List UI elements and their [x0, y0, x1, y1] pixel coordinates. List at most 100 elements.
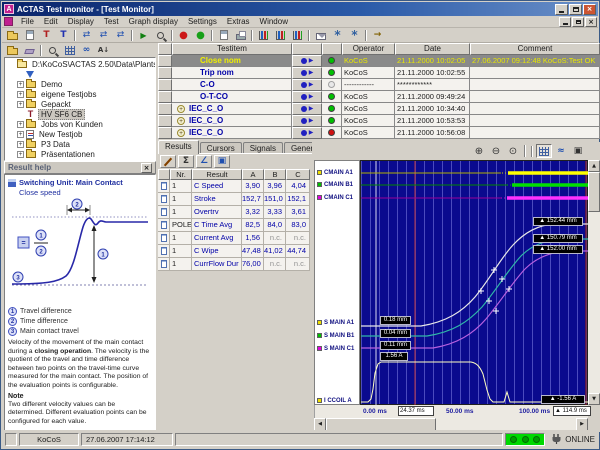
result-row-currflow-dur[interactable]: 1CurrFlow Dur76,00n.c.n.c. — [158, 258, 310, 271]
graph-vertical-scrollbar[interactable]: ▲ ▼ — [588, 160, 600, 405]
menu-item-settings[interactable]: Settings — [183, 17, 222, 26]
results-header-nr[interactable]: Nr. — [170, 169, 192, 180]
options-button[interactable] — [346, 29, 363, 42]
result-row-c-speed[interactable]: 1C Speed3,903,964,04 — [158, 180, 310, 193]
tree-item-new-testjob[interactable]: +New Testjob — [5, 129, 155, 139]
row-header-cell[interactable] — [158, 115, 172, 127]
expand-icon[interactable]: + — [17, 151, 24, 158]
row-header-cell[interactable] — [158, 67, 172, 79]
legend-item-s-main-c1[interactable]: S MAIN C1 — [317, 344, 354, 353]
menu-item-test[interactable]: Test — [99, 17, 124, 26]
results-header-c[interactable]: C — [286, 169, 310, 180]
menu-item-file[interactable]: File — [16, 17, 39, 26]
result-row-current-avg[interactable]: 1Current Avg1,56n.c.n.c. — [158, 232, 310, 245]
column-header-date[interactable]: Date — [395, 43, 470, 55]
settings-button[interactable] — [329, 29, 346, 42]
expand-icon[interactable]: + — [17, 101, 24, 108]
testitem-cell[interactable]: +IEC_C_O — [172, 115, 292, 127]
details-button[interactable] — [61, 44, 78, 57]
run-test-button[interactable]: ▶ — [292, 91, 322, 103]
row-header-cell[interactable] — [158, 91, 172, 103]
test-plan-button[interactable] — [55, 29, 72, 42]
tree-item-p3-data[interactable]: +P3 Data — [5, 139, 155, 149]
link-button[interactable] — [78, 44, 95, 57]
scroll-down-button[interactable]: ▼ — [588, 393, 600, 405]
tree-item-gepackt[interactable]: +Gepackt — [5, 99, 155, 109]
legend-item-s-main-b1[interactable]: S MAIN B1 — [317, 331, 354, 340]
test-row-iec-c-o[interactable]: +IEC_C_O▶KoCoS21.11.2000 10:53:53 — [158, 115, 600, 127]
row-header-cell[interactable] — [158, 103, 172, 115]
menu-item-display[interactable]: Display — [63, 17, 99, 26]
curve-button[interactable] — [553, 144, 569, 158]
legend-item-i-ccoil-a[interactable]: I CCOIL A — [317, 396, 352, 405]
row-header-cell[interactable] — [158, 55, 172, 67]
sum-button[interactable] — [178, 155, 194, 168]
mdi-close-button[interactable]: × — [585, 17, 597, 27]
grid-button[interactable] — [536, 144, 552, 158]
zoom-in-button[interactable] — [471, 144, 487, 158]
new-testjob-button[interactable] — [21, 29, 38, 42]
tree-item-d-kocos-actas-2-50-data-plants[interactable]: D:\KoCoS\ACTAS 2.50\Data\Plants\ — [5, 59, 155, 69]
preview-button[interactable] — [44, 44, 61, 57]
column-header-status[interactable] — [322, 43, 342, 55]
run-test-button[interactable]: ▶ — [292, 127, 322, 139]
legend-item-cmain-c1[interactable]: CMAIN C1 — [317, 193, 353, 202]
column-header-operator[interactable]: Operator — [342, 43, 395, 55]
legend-item-s-main-a1[interactable]: S MAIN A1 — [317, 318, 354, 327]
expand-icon[interactable]: + — [17, 141, 24, 148]
sort-button[interactable] — [95, 44, 112, 57]
run-test-button[interactable]: ▶ — [292, 79, 322, 91]
expand-icon[interactable]: + — [17, 131, 24, 138]
expand-icon[interactable]: + — [177, 105, 185, 113]
confirm-button[interactable] — [192, 29, 209, 42]
testitem-cell[interactable]: +IEC_C_O — [172, 127, 292, 139]
maximize-graph-button[interactable] — [570, 144, 586, 158]
scroll-up-button[interactable]: ▲ — [588, 160, 600, 172]
result-help-close-button[interactable]: × — [141, 163, 152, 173]
zoom-reset-button[interactable] — [505, 144, 521, 158]
tree-item-pr-sentationen[interactable]: +Präsentationen — [5, 149, 155, 159]
mdi-minimize-button[interactable] — [559, 17, 571, 27]
edit-result-button[interactable] — [160, 155, 176, 168]
legend-item-cmain-a1[interactable]: CMAIN A1 — [317, 168, 353, 177]
oscillogram-plot[interactable]: 0.18 mm0.04 mm0.11 mm1.56 A▲ 152.44 mm▲ … — [360, 160, 588, 405]
run-test-button[interactable]: ▶ — [292, 55, 322, 67]
preview-button[interactable] — [152, 29, 169, 42]
result-row-stroke[interactable]: 1Stroke152,7151,0152,1 — [158, 193, 310, 206]
menu-item-graph-display[interactable]: Graph display — [124, 17, 183, 26]
testitem-cell[interactable]: C-O — [172, 79, 292, 91]
test-row-iec-c-o[interactable]: +IEC_C_O▶KoCoS21.11.2000 10:34:40 — [158, 103, 600, 115]
testitem-cell[interactable]: Trip nom — [172, 67, 292, 79]
run-test-button[interactable]: ▶ — [292, 67, 322, 79]
mdi-restore-button[interactable] — [572, 17, 584, 27]
test-row-c-o[interactable]: C-O▶------------************ — [158, 79, 600, 91]
zoom-out-button[interactable] — [488, 144, 504, 158]
row-header-cell[interactable] — [158, 127, 172, 139]
tree-item-jobs-von-kunden[interactable]: +Jobs von Kunden — [5, 119, 155, 129]
test-row-iec-c-o[interactable]: +IEC_C_O▶KoCoS21.11.2000 10:56:08 — [158, 127, 600, 139]
maximize-button[interactable] — [569, 4, 582, 15]
expand-icon[interactable]: + — [17, 91, 24, 98]
expand-icon[interactable]: + — [17, 81, 24, 88]
test-row-close-nom[interactable]: Close nom▶KoCoS21.11.2000 10:02:0527.06.… — [158, 55, 600, 67]
row-header-cell[interactable] — [158, 79, 172, 91]
open-plant-button[interactable] — [4, 29, 21, 42]
print-button[interactable] — [232, 29, 249, 42]
expand-icon[interactable]: + — [177, 129, 185, 137]
test-monitor-button[interactable] — [38, 29, 55, 42]
vertical-scroll-thumb[interactable] — [588, 172, 600, 212]
test-row-trip-nom[interactable]: Trip nom▶KoCoS21.11.2000 10:02:55 — [158, 67, 600, 79]
column-header-comment[interactable]: Comment — [470, 43, 600, 55]
test-row-o-t-co[interactable]: O-T-CO▶KoCoS21.11.2000 09:49:24 — [158, 91, 600, 103]
expand-icon[interactable]: + — [17, 121, 24, 128]
tree-item-hv-sf6-cb[interactable]: HV SF6 CB — [5, 109, 155, 119]
current-graph-button[interactable] — [289, 29, 306, 42]
testitem-cell[interactable]: O-T-CO — [172, 91, 292, 103]
menu-item-extras[interactable]: Extras — [222, 17, 255, 26]
start-test-button[interactable] — [135, 29, 152, 42]
testitem-cell[interactable]: Close nom — [172, 55, 292, 67]
send-button[interactable] — [312, 29, 329, 42]
exit-button[interactable] — [369, 29, 386, 42]
tree-item-node[interactable] — [5, 69, 155, 79]
results-header-a[interactable]: A — [242, 169, 264, 180]
